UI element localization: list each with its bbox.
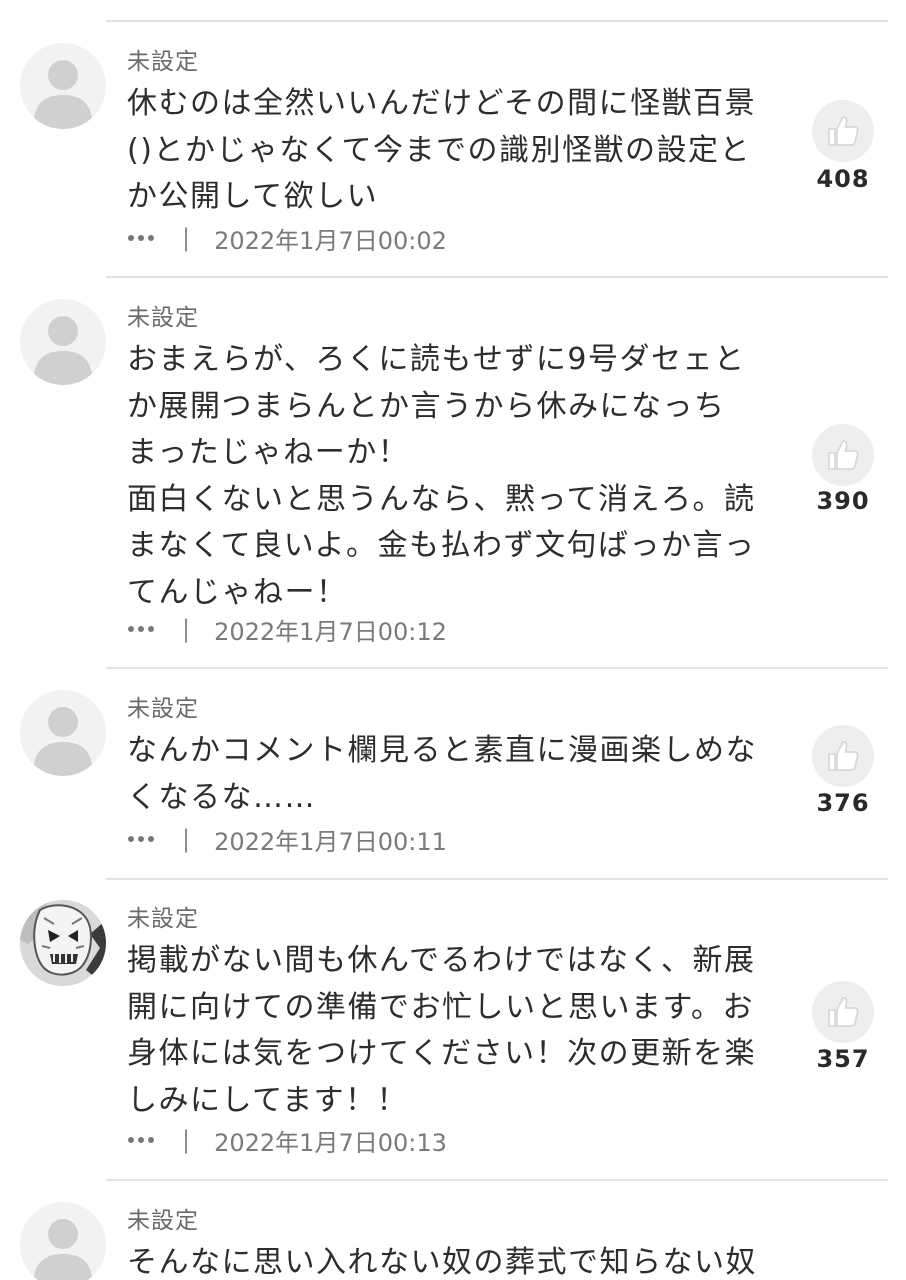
comment-list: 未設定 休むのは全然いいんだけどその間に怪獣百景 ()とかじゃなくて今までの識別…	[0, 0, 906, 1280]
timestamp: 2022年1月7日00:12	[214, 617, 447, 646]
username[interactable]: 未設定	[127, 47, 199, 77]
more-options-icon[interactable]	[128, 235, 158, 241]
more-options-icon[interactable]	[128, 626, 158, 632]
like-control: 376	[812, 725, 874, 817]
avatar[interactable]	[20, 299, 106, 385]
divider	[106, 667, 888, 669]
comment-text: そんなに思い入れない奴の葬式で知らない奴	[127, 1245, 757, 1280]
comment-text: なんかコメント欄見ると素直に漫画楽しめな くなるな……	[127, 733, 757, 815]
comment-meta: | 2022年1月7日00:02	[128, 221, 447, 255]
like-control: 390	[812, 424, 874, 515]
more-options-icon[interactable]	[128, 1137, 158, 1143]
default-user-icon	[20, 43, 106, 129]
like-button[interactable]	[812, 100, 874, 162]
like-control: 357	[812, 981, 874, 1073]
separator: |	[182, 224, 191, 252]
thumbs-up-icon	[828, 116, 859, 146]
timestamp: 2022年1月7日00:11	[214, 827, 447, 856]
like-button[interactable]	[812, 981, 874, 1043]
divider	[106, 878, 888, 880]
default-user-icon	[20, 299, 106, 385]
avatar[interactable]	[20, 690, 106, 776]
divider	[106, 276, 888, 278]
separator: |	[182, 615, 191, 643]
thumbs-up-icon	[828, 440, 859, 470]
comment-text: おまえらが、ろくに読もせずに9号ダセェと か展開つまらんとか言うから休みになっち…	[127, 342, 756, 610]
more-options-icon[interactable]	[128, 836, 158, 842]
like-control: 408	[812, 100, 874, 193]
divider	[106, 1179, 888, 1181]
comment-text: 休むのは全然いいんだけどその間に怪獣百景 ()とかじゃなくて今までの識別怪獣の設…	[127, 86, 757, 214]
avatar[interactable]	[20, 900, 106, 986]
timestamp: 2022年1月7日00:02	[214, 226, 447, 255]
comment-meta: | 2022年1月7日00:13	[128, 1123, 447, 1157]
comment-meta: | 2022年1月7日00:11	[128, 822, 447, 856]
like-count: 408	[816, 165, 870, 193]
thumbs-up-icon	[828, 741, 859, 771]
username[interactable]: 未設定	[127, 1206, 199, 1236]
comment-meta: | 2022年1月7日00:12	[128, 612, 447, 646]
separator: |	[182, 1126, 191, 1154]
monster-face-picture	[20, 900, 106, 986]
avatar[interactable]	[20, 1202, 106, 1280]
thumbs-up-icon	[828, 997, 859, 1027]
divider	[106, 20, 888, 22]
like-count: 376	[816, 789, 870, 817]
username[interactable]: 未設定	[127, 694, 199, 724]
separator: |	[182, 825, 191, 853]
username[interactable]: 未設定	[127, 303, 199, 333]
like-button[interactable]	[812, 424, 874, 486]
timestamp: 2022年1月7日00:13	[214, 1128, 447, 1157]
like-button[interactable]	[812, 725, 874, 787]
default-user-icon	[20, 690, 106, 776]
comment-text: 掲載がない間も休んでるわけではなく、新展 開に向けての準備でお忙しいと思います。…	[127, 943, 757, 1118]
avatar[interactable]	[20, 43, 106, 129]
username[interactable]: 未設定	[127, 904, 199, 934]
like-count: 357	[816, 1045, 870, 1073]
like-count: 390	[816, 487, 870, 515]
default-user-icon	[20, 1202, 106, 1280]
